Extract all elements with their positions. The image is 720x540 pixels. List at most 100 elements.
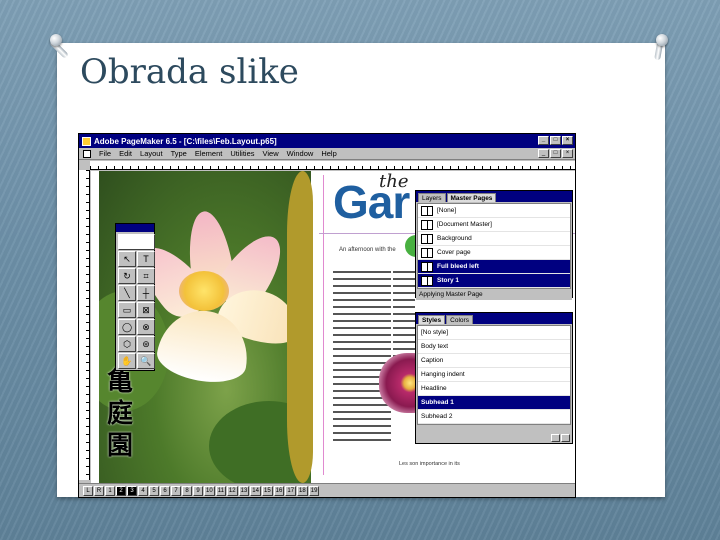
polygon-frame-tool-icon[interactable]: ⊛ (137, 336, 155, 352)
close-button[interactable]: × (562, 136, 573, 145)
line-tool-icon[interactable]: ╲ (118, 285, 136, 301)
list-item[interactable]: Hanging indent (418, 368, 570, 382)
tab-colors[interactable]: Colors (446, 315, 473, 324)
doc-restore-button[interactable]: □ (550, 149, 561, 158)
window-titlebar[interactable]: Adobe PageMaker 6.5 - [C:\files\Feb.Layo… (79, 134, 575, 148)
page-icon[interactable]: 4 (138, 485, 148, 496)
menu-edit[interactable]: Edit (119, 149, 132, 158)
toolbox-palette[interactable]: ↖ T ↻ ⌗ ╲ ┼ ▭ ⊠ ◯ ⊗ ⬡ ⊛ ✋ 🔍 (115, 223, 155, 371)
toolbox-titlebar[interactable] (116, 224, 154, 232)
list-item-selected[interactable]: Subhead 1 (418, 396, 570, 410)
page-icon[interactable]: 14 (250, 485, 261, 496)
styles-list: [No style] Body text Caption Hanging ind… (417, 325, 571, 425)
list-item[interactable]: [No style] (418, 326, 570, 340)
body-text-column[interactable] (333, 271, 391, 446)
list-item[interactable]: Background (418, 232, 570, 246)
list-item-selected[interactable]: Story 1 (418, 274, 570, 288)
left-master-icon[interactable]: L (83, 485, 93, 496)
list-item[interactable]: Subhead 2 (418, 410, 570, 424)
page-icon-current[interactable]: 3 (127, 485, 137, 496)
document-icon[interactable] (83, 149, 91, 158)
page-icon[interactable]: 11 (215, 485, 226, 496)
master-pages-panel[interactable]: Layers Master Pages [None] [Document Mas… (415, 190, 573, 300)
polygon-tool-icon[interactable]: ⬡ (118, 336, 136, 352)
margin-guide (323, 175, 324, 475)
doc-minimize-button[interactable]: _ (538, 149, 549, 158)
page-icon[interactable]: 15 (261, 485, 273, 496)
bottom-caption[interactable]: Les son importance in its (399, 461, 460, 467)
minimize-button[interactable]: _ (538, 136, 549, 145)
subtitle-text[interactable]: An afternoon with the (339, 247, 396, 253)
page-icon[interactable]: 9 (193, 485, 203, 496)
crop-tool-icon[interactable]: ⌗ (137, 268, 155, 284)
list-item[interactable]: Cover page (418, 246, 570, 260)
rotate-tool-icon[interactable]: ↻ (118, 268, 136, 284)
page-icon[interactable]: 12 (226, 485, 238, 496)
list-item[interactable]: [None] (418, 204, 570, 218)
menu-element[interactable]: Element (195, 149, 223, 158)
pushpin-head-left (50, 34, 62, 46)
list-item-selected[interactable]: Full bleed left (418, 260, 570, 274)
zoom-tool-icon[interactable]: 🔍 (137, 353, 155, 369)
new-style-button[interactable] (551, 434, 560, 442)
doc-close-button[interactable]: × (562, 149, 573, 158)
style-preview[interactable] (118, 234, 155, 250)
list-item[interactable]: [Document Master] (418, 218, 570, 232)
tab-master-pages[interactable]: Master Pages (446, 193, 497, 202)
pagemaker-window[interactable]: Adobe PageMaker 6.5 - [C:\files\Feb.Layo… (78, 133, 576, 498)
list-item[interactable]: Headline (418, 382, 570, 396)
pagemaker-app-icon[interactable] (82, 136, 91, 146)
page-thumb-icon (421, 261, 433, 272)
headline-prefix[interactable]: the (379, 171, 408, 192)
menu-help[interactable]: Help (321, 149, 336, 158)
tab-layers[interactable]: Layers (418, 193, 446, 202)
horizontal-ruler[interactable] (90, 161, 575, 170)
page-icon[interactable]: 19 (308, 485, 320, 496)
rectangle-frame-tool-icon[interactable]: ⊠ (137, 302, 155, 318)
page-icon[interactable]: 7 (171, 485, 181, 496)
menu-type[interactable]: Type (171, 149, 187, 158)
page-icon[interactable]: 13 (238, 485, 250, 496)
menu-layout[interactable]: Layout (140, 149, 163, 158)
text-tool-icon[interactable]: T (137, 251, 155, 267)
master-pages-panel-header: Layers Master Pages (416, 191, 572, 202)
page-icon-current[interactable]: 2 (116, 485, 126, 496)
menu-window[interactable]: Window (287, 149, 314, 158)
kanji-char: 庭 (107, 399, 134, 429)
page-icon[interactable]: 8 (182, 485, 192, 496)
ellipse-tool-icon[interactable]: ◯ (118, 319, 136, 335)
pushpin-head-right (656, 34, 668, 46)
page-icons-strip: L R 1 2 3 4 5 6 7 8 9 10 11 12 13 14 15 … (79, 483, 575, 497)
rectangle-tool-icon[interactable]: ▭ (118, 302, 136, 318)
page-icon[interactable]: 17 (285, 485, 297, 496)
vertical-ruler[interactable] (79, 170, 90, 480)
page-icon[interactable]: 16 (273, 485, 285, 496)
pointer-tool-icon[interactable]: ↖ (118, 251, 136, 267)
page-thumb-icon (421, 247, 433, 258)
delete-style-button[interactable] (561, 434, 570, 442)
hand-tool-icon[interactable]: ✋ (118, 353, 136, 369)
menu-bar: File Edit Layout Type Element Utilities … (79, 148, 575, 160)
page-icon[interactable]: 5 (149, 485, 159, 496)
master-pages-status: Applying Master Page (416, 290, 572, 300)
menu-view[interactable]: View (263, 149, 279, 158)
list-item[interactable]: Body text (418, 340, 570, 354)
master-pages-list: [None] [Document Master] Background Cove… (417, 203, 571, 289)
page-thumb-icon (421, 233, 433, 244)
page-thumb-icon (421, 275, 433, 286)
menu-utilities[interactable]: Utilities (230, 149, 254, 158)
page-icon[interactable]: 6 (160, 485, 170, 496)
page-icon[interactable]: 1 (105, 485, 115, 496)
ellipse-frame-tool-icon[interactable]: ⊗ (137, 319, 155, 335)
right-master-icon[interactable]: R (94, 485, 104, 496)
page-thumb-icon (421, 219, 433, 230)
maximize-button[interactable]: □ (550, 136, 561, 145)
page-icon[interactable]: 10 (204, 485, 215, 496)
page-icon[interactable]: 18 (297, 485, 308, 496)
olive-text-band[interactable] (287, 171, 313, 483)
menu-file[interactable]: File (99, 149, 111, 158)
tab-styles[interactable]: Styles (418, 315, 446, 324)
list-item[interactable]: Caption (418, 354, 570, 368)
constrained-line-tool-icon[interactable]: ┼ (137, 285, 155, 301)
styles-panel[interactable]: Styles Colors [No style] Body text Capti… (415, 312, 573, 444)
